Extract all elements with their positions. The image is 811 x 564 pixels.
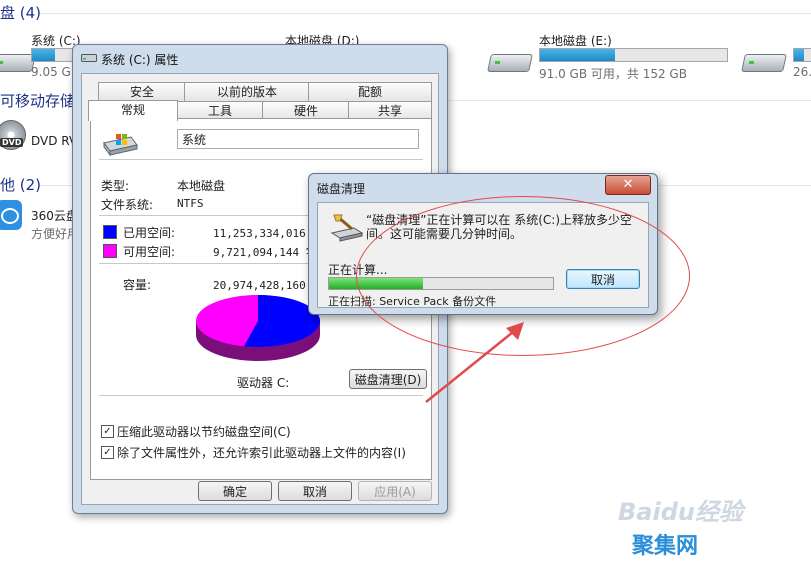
group-divider (40, 13, 811, 14)
dvd-tag: DVD (0, 138, 24, 147)
cleanup-message: “磁盘清理”正在计算可以在 系统(C:)上释放多少空间。这可能需要几分钟时间。 (366, 213, 633, 241)
divider (99, 159, 423, 160)
close-button[interactable]: ✕ (605, 175, 651, 195)
tab-security[interactable]: 安全 (98, 82, 186, 101)
removable-group-header[interactable]: 可移动存储 (0, 90, 75, 111)
cloud-drive-icon (0, 200, 22, 230)
compress-label[interactable]: 压缩此驱动器以节约磁盘空间(C) (117, 423, 291, 440)
cleanup-client-area: “磁盘清理”正在计算可以在 系统(C:)上释放多少空间。这可能需要几分钟时间。 … (317, 202, 649, 308)
tab-previous-versions[interactable]: 以前的版本 (184, 82, 310, 101)
other-group-header[interactable]: 他 (2) (0, 174, 41, 195)
tab-general[interactable]: 常规 (88, 100, 178, 121)
compress-checkbox[interactable]: ✓ (101, 425, 114, 438)
index-label[interactable]: 除了文件属性外，还允许索引此驱动器上文件的内容(I) (117, 444, 406, 461)
disk-cleanup-icon (330, 214, 364, 242)
used-space-swatch (103, 225, 117, 239)
used-space-value: 11,253,334,016 字 (213, 227, 324, 240)
hard-drive-icon (741, 48, 787, 74)
file-system-label: 文件系统: (101, 198, 154, 212)
annotation-arrow (425, 322, 524, 403)
drive-e-usage-bar (539, 48, 728, 62)
properties-title: 系统 (C:) 属性 (101, 53, 179, 67)
cleanup-cancel-button[interactable]: 取消 (566, 269, 640, 289)
tab-quota[interactable]: 配额 (308, 82, 432, 101)
hard-drive-icon (487, 48, 533, 74)
free-space-value: 9,721,094,144 字 (213, 246, 317, 259)
drive-name-input[interactable]: 系统 (177, 129, 419, 149)
drive-e-name: 本地磁盘 (E:) (539, 34, 612, 48)
type-label: 类型: (101, 179, 130, 193)
drive-c-usage-bar (31, 48, 73, 62)
drive-4-free-space: 26. (793, 65, 811, 79)
ok-button[interactable]: 确定 (198, 481, 272, 501)
properties-title-bar[interactable]: 系统 (C:) 属性 (73, 45, 447, 71)
scanning-status: 正在扫描: Service Pack 备份文件 (328, 295, 497, 308)
index-checkbox[interactable]: ✓ (101, 446, 114, 459)
drive-4-usage-bar (793, 48, 811, 62)
apply-button[interactable]: 应用(A) (358, 481, 432, 501)
hard-disks-group-header[interactable]: 盘 (4) (0, 2, 41, 23)
dvd-drive-name: DVD RV (31, 134, 78, 148)
type-value: 本地磁盘 (177, 179, 226, 193)
calculating-label: 正在计算... (328, 263, 388, 277)
baidu-watermark: Baidu经验 (618, 498, 743, 526)
cloud-drive-name: 360云盘 (31, 209, 78, 223)
hard-drive-icon (0, 48, 36, 74)
divider (99, 395, 423, 396)
file-system-value: NTFS (177, 197, 204, 210)
cleanup-title: 磁盘清理 (317, 182, 366, 196)
cleanup-progress-bar (328, 277, 554, 290)
used-space-label: 已用空间: (123, 226, 176, 240)
site-watermark: 聚集网 (632, 534, 699, 559)
disk-cleanup-dialog[interactable]: 磁盘清理 ✕ “磁盘清理”正在计算可以在 系统(C:)上释放多少空间。这可能需要… (308, 173, 658, 315)
windows-drive-icon (103, 134, 138, 157)
cancel-button[interactable]: 取消 (278, 481, 352, 501)
free-space-swatch (103, 244, 117, 258)
drive-e-free-space: 91.0 GB 可用，共 152 GB (539, 67, 687, 81)
free-space-label: 可用空间: (123, 245, 176, 259)
drive-icon (81, 54, 97, 62)
capacity-label: 容量: (123, 278, 152, 292)
disk-usage-pie (196, 295, 320, 361)
disk-cleanup-button[interactable]: 磁盘清理(D) (349, 369, 427, 389)
drive-label: 驱动器 C: (237, 376, 290, 390)
